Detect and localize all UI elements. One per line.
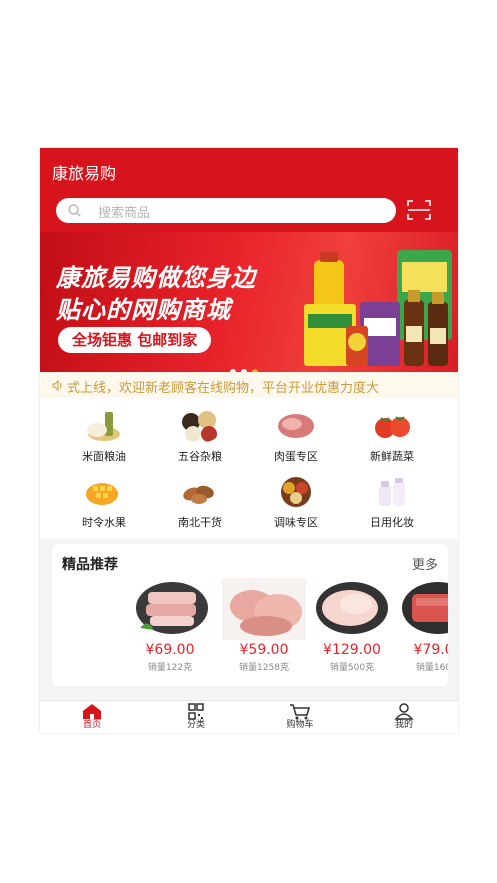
banner-subheadline: 贴心的网购商城 <box>56 296 231 324</box>
grains-icon <box>182 411 217 442</box>
tab-cart[interactable]: 购物车 <box>248 703 352 733</box>
cart-icon <box>290 704 310 720</box>
rice-oil-icon <box>87 412 120 441</box>
category-label: 肉蛋专区 <box>274 450 318 463</box>
category-vegetables[interactable]: 新鲜蔬菜 <box>352 404 432 464</box>
product-card[interactable]: ¥69.00 销量122克 <box>128 578 212 678</box>
almond-icon <box>183 485 214 504</box>
spice-icon <box>281 477 311 507</box>
lean-pork-image <box>402 582 448 634</box>
qr-grid-icon <box>188 703 204 720</box>
cosmetics-icon <box>379 478 405 506</box>
category-dried-goods[interactable]: 南北干货 <box>160 470 240 530</box>
promo-banner[interactable]: 康旅易购做您身边 贴心的网购商城 全场钜惠 包邮到家 <box>40 232 458 372</box>
product-sales: 销量122克 <box>147 663 193 673</box>
tab-home[interactable]: 首页 <box>40 703 144 733</box>
tab-label: 分类 <box>186 720 205 730</box>
carousel-dots <box>230 360 263 372</box>
tomato-icon <box>375 416 410 438</box>
search-input[interactable]: 搜索商品 <box>56 198 396 223</box>
search-icon <box>68 204 81 217</box>
meat-icon <box>278 414 314 438</box>
featured-section: 精品推荐 更多 ¥69.00 销量122克 ¥59.00 销量1258克 ¥12… <box>52 544 448 686</box>
banner-headline: 康旅易购做您身边 <box>56 264 256 292</box>
tab-profile[interactable]: 我的 <box>352 703 456 733</box>
category-label: 日用化妆 <box>370 516 414 529</box>
app-screen: 康旅易购 搜索商品 康旅易购做您身边 贴心的网购商城 全场钜惠 包邮到家 式上线… <box>40 148 458 733</box>
pork-belly-image <box>136 582 208 634</box>
category-label: 南北干货 <box>178 516 222 529</box>
category-seasoning[interactable]: 调味专区 <box>256 470 336 530</box>
category-label: 时令水果 <box>82 516 126 529</box>
grocery-products-image <box>304 250 452 366</box>
product-sales: 销量500克 <box>329 663 375 673</box>
tab-label: 购物车 <box>286 720 314 730</box>
tab-label: 我的 <box>394 720 413 730</box>
product-sales: 销量1258克 <box>239 663 289 673</box>
header: 康旅易购 搜索商品 <box>40 148 458 232</box>
category-fruits[interactable]: 时令水果 <box>64 470 144 530</box>
category-cosmetics[interactable]: 日用化妆 <box>352 470 432 530</box>
announcement-bar[interactable]: 式上线，欢迎新老顾客在线购物，平台开业优惠力度大 <box>40 372 458 398</box>
search-placeholder: 搜索商品 <box>98 206 151 221</box>
product-card[interactable]: ¥79.00 销量160克 <box>396 578 448 678</box>
product-sales: 销量160克 <box>415 663 448 673</box>
product-card[interactable]: ¥129.00 销量500克 <box>310 578 394 678</box>
pork-skin-image <box>316 582 388 634</box>
featured-title: 精品推荐 <box>62 557 118 573</box>
announcement-text: 式上线，欢迎新老顾客在线购物，平台开业优惠力度大 <box>67 381 380 396</box>
banner-tag: 全场钜惠 包邮到家 <box>58 327 212 353</box>
category-meat-egg[interactable]: 肉蛋专区 <box>256 404 336 464</box>
pork-tenderloin-image <box>222 578 306 640</box>
product-price: ¥69.00 <box>145 642 195 658</box>
mango-icon <box>86 483 118 505</box>
product-price: ¥59.00 <box>239 642 289 658</box>
category-label: 五谷杂粮 <box>178 450 222 463</box>
user-icon <box>394 703 414 720</box>
featured-more-link[interactable]: 更多 <box>412 554 438 573</box>
tab-label: 首页 <box>82 720 101 730</box>
tab-category[interactable]: 分类 <box>144 703 248 733</box>
speaker-icon <box>52 380 62 391</box>
category-label: 米面粮油 <box>82 450 126 463</box>
bottom-tab-bar: 首页 分类 购物车 我的 <box>40 700 458 733</box>
product-price: ¥79.00 <box>413 642 449 658</box>
category-label: 调味专区 <box>274 516 318 529</box>
category-grains[interactable]: 五谷杂粮 <box>160 404 240 464</box>
category-rice-oil[interactable]: 米面粮油 <box>64 404 144 464</box>
product-card[interactable]: ¥59.00 销量1258克 <box>222 578 306 678</box>
product-price: ¥129.00 <box>323 642 381 658</box>
home-icon <box>83 704 101 719</box>
app-title: 康旅易购 <box>52 164 117 183</box>
category-grid: 米面粮油 五谷杂粮 肉蛋专区 新鲜蔬菜 时令水果 南北干货 调味专区 日用化妆 <box>40 398 458 538</box>
scan-icon[interactable] <box>407 200 431 220</box>
category-label: 新鲜蔬菜 <box>370 450 414 463</box>
